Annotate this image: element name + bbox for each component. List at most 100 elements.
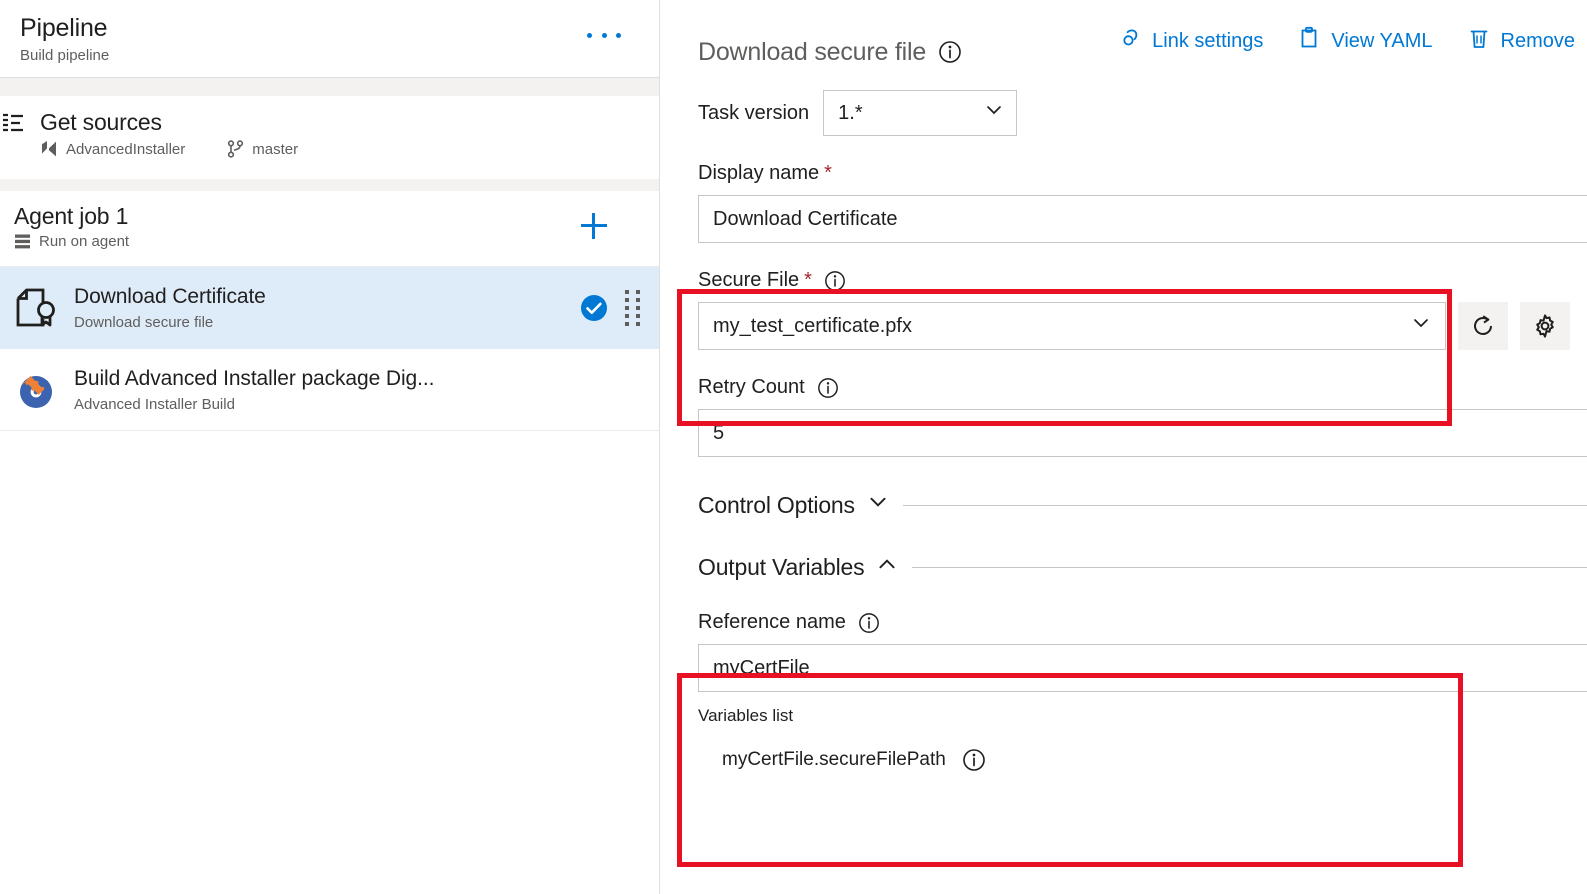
- pipeline-header: Pipeline Build pipeline: [0, 0, 659, 78]
- view-yaml-button[interactable]: View YAML: [1297, 26, 1433, 56]
- dot: [636, 314, 640, 318]
- chevron-down-icon: [867, 491, 889, 519]
- secure-file-select[interactable]: my_test_certificate.pfx: [698, 302, 1446, 350]
- info-icon[interactable]: [858, 612, 880, 634]
- task-version-select[interactable]: 1.*: [823, 90, 1018, 136]
- secure-file-label-row: Secure File *: [698, 269, 1587, 292]
- task-text: Download Certificate Download secure fil…: [74, 284, 579, 332]
- task-row-download-certificate[interactable]: Download Certificate Download secure fil…: [0, 267, 659, 349]
- dot: [625, 290, 629, 294]
- retry-count-label: Retry Count: [698, 376, 805, 398]
- get-sources-item[interactable]: Get sources AdvancedInstaller master: [0, 96, 659, 179]
- get-sources-meta: AdvancedInstaller master: [40, 140, 639, 158]
- reference-name-label: Reference name: [698, 611, 846, 633]
- task-name: Build Advanced Installer package Dig...: [74, 366, 435, 390]
- dot: [636, 306, 640, 310]
- task-text: Build Advanced Installer package Dig... …: [74, 366, 659, 414]
- task-version-label: Task version: [698, 101, 810, 124]
- info-icon[interactable]: [817, 377, 839, 399]
- task-subtitle: Advanced Installer Build: [74, 395, 235, 413]
- dot: [625, 298, 629, 302]
- more-options-icon[interactable]: [587, 24, 621, 46]
- link-settings-label: Link settings: [1152, 29, 1264, 52]
- output-variable-item: myCertFile.secureFilePath: [698, 748, 1587, 772]
- repository-icon: [40, 140, 58, 158]
- view-yaml-label: View YAML: [1331, 29, 1433, 52]
- chevron-down-icon: [984, 100, 1004, 126]
- link-settings-button[interactable]: Link settings: [1118, 26, 1263, 56]
- task-details-header: Download secure file Link settings View …: [660, 0, 1587, 76]
- task-row-build-advanced-installer[interactable]: Build Advanced Installer package Dig... …: [0, 349, 659, 431]
- branch-name: master: [252, 140, 299, 158]
- info-icon[interactable]: [824, 270, 846, 292]
- dot: [636, 322, 640, 326]
- task-form: Task version 1.* Display name * Download…: [660, 90, 1587, 772]
- reference-name-field: Reference name myCertFile: [698, 611, 1587, 692]
- chevron-up-icon: [876, 553, 898, 581]
- task-type-title: Download secure file: [698, 37, 927, 66]
- remove-button[interactable]: Remove: [1467, 26, 1575, 56]
- agent-job-meta: Run on agent: [14, 233, 639, 250]
- variables-list-label: Variables list: [698, 706, 794, 725]
- retry-count-field: Retry Count 5: [698, 376, 1587, 457]
- chevron-down-icon: [1411, 313, 1431, 339]
- section-rule: [912, 566, 1587, 568]
- retry-count-label-row: Retry Count: [698, 376, 1587, 399]
- add-task-icon[interactable]: [581, 213, 607, 239]
- dot: [625, 322, 629, 326]
- pipeline-sidebar: Pipeline Build pipeline Get sources Adva…: [0, 0, 660, 894]
- sidebar-divider-band-2: [0, 179, 659, 191]
- task-enabled-check-icon[interactable]: [579, 293, 609, 323]
- dot: [625, 306, 629, 310]
- control-options-toggle[interactable]: Control Options: [698, 491, 889, 519]
- control-options-section: Control Options: [698, 491, 1587, 519]
- advanced-installer-icon: [12, 367, 58, 413]
- refresh-button[interactable]: [1458, 302, 1508, 350]
- certificate-icon: [12, 285, 58, 331]
- agent-icon: [14, 233, 31, 250]
- output-variables-section: Output Variables: [698, 553, 1587, 581]
- display-name-label-row: Display name *: [698, 162, 1587, 185]
- link-icon: [1118, 26, 1142, 56]
- manage-settings-gear-button[interactable]: [1520, 302, 1570, 350]
- clipboard-icon: [1297, 26, 1321, 56]
- info-icon[interactable]: [962, 748, 986, 772]
- dot: [636, 298, 640, 302]
- display-name-input[interactable]: Download Certificate: [698, 195, 1587, 243]
- required-indicator: *: [804, 269, 812, 291]
- secure-file-value: my_test_certificate.pfx: [713, 314, 912, 337]
- task-details-panel: Download secure file Link settings View …: [660, 0, 1587, 894]
- task-version-value: 1.*: [838, 101, 863, 124]
- get-sources-icon: [2, 112, 28, 134]
- dot: [636, 290, 640, 294]
- dot: [587, 32, 592, 38]
- dot: [601, 32, 607, 38]
- agent-job-title: Agent job 1: [14, 203, 129, 229]
- dot: [616, 32, 621, 38]
- info-icon[interactable]: [938, 40, 962, 64]
- sidebar-divider-band: [0, 78, 659, 96]
- task-subtitle: Download secure file: [74, 314, 214, 331]
- task-drag-handle[interactable]: [625, 290, 641, 326]
- secure-file-label: Secure File: [698, 269, 800, 291]
- output-variable-name: myCertFile.secureFilePath: [722, 749, 946, 770]
- output-variables-label: Output Variables: [698, 553, 865, 580]
- required-indicator: *: [824, 162, 832, 184]
- dot: [625, 314, 629, 318]
- pipeline-subtitle: Build pipeline: [20, 47, 110, 64]
- retry-count-input[interactable]: 5: [698, 409, 1587, 457]
- display-name-value: Download Certificate: [713, 207, 898, 230]
- reference-name-value: myCertFile: [713, 656, 810, 679]
- repository-name: AdvancedInstaller: [66, 140, 186, 158]
- remove-label: Remove: [1500, 29, 1575, 52]
- task-version-row: Task version 1.*: [698, 90, 1587, 136]
- reference-name-input[interactable]: myCertFile: [698, 644, 1587, 692]
- secure-file-field: Secure File * my_test_certificate.pfx: [698, 269, 1587, 350]
- retry-count-value: 5: [713, 421, 725, 444]
- output-variables-toggle[interactable]: Output Variables: [698, 553, 898, 581]
- task-name: Download Certificate: [74, 285, 266, 308]
- display-name-field: Display name * Download Certificate: [698, 162, 1587, 243]
- agent-job-header[interactable]: Agent job 1 Run on agent: [0, 191, 659, 267]
- task-editor-page: Pipeline Build pipeline Get sources Adva…: [0, 0, 1587, 894]
- task-actions: Link settings View YAML Remove: [1118, 26, 1575, 56]
